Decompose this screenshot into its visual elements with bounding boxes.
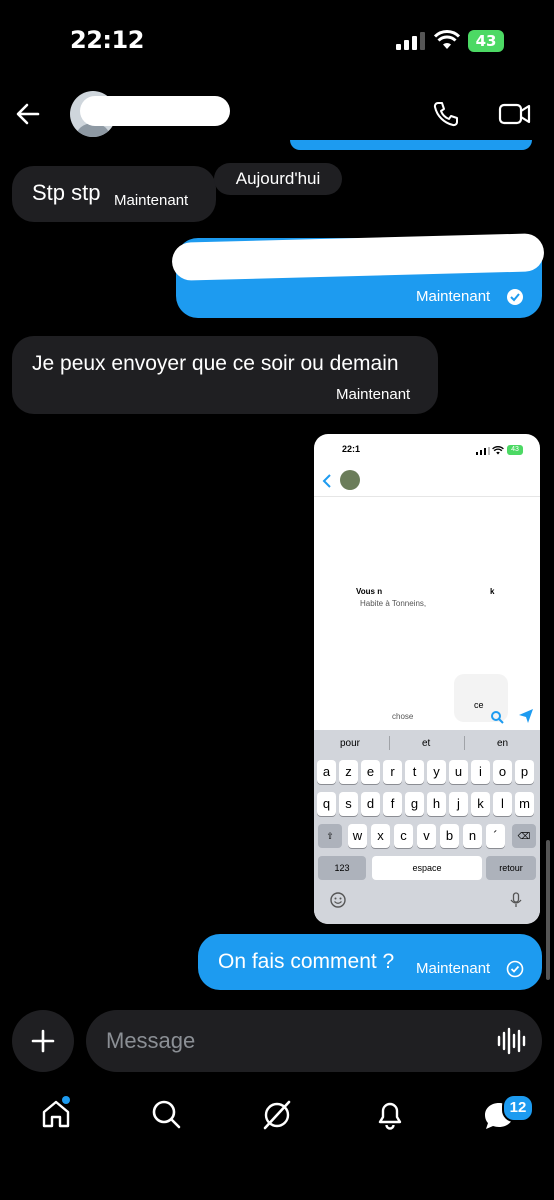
messages-unread-badge: 12 <box>502 1094 534 1122</box>
message-text: Je peux envoyer que ce soir ou demain <box>32 352 399 375</box>
back-arrow-icon[interactable] <box>14 100 42 128</box>
shot-key: p <box>515 760 534 784</box>
shot-key: t <box>405 760 424 784</box>
shot-message-text: ce <box>474 700 484 710</box>
message-input[interactable]: Message <box>86 1010 542 1072</box>
suggestion: pour <box>340 738 361 749</box>
shot-key: j <box>449 792 468 816</box>
incoming-message[interactable]: Je peux envoyer que ce soir ou demain Ma… <box>12 336 438 414</box>
phone-call-icon[interactable] <box>432 100 460 128</box>
shot-key: s <box>339 792 358 816</box>
shot-key: a <box>317 760 336 784</box>
shot-key: h <box>427 792 446 816</box>
message-time: Maintenant <box>416 960 491 977</box>
outgoing-message[interactable]: On fais comment ? Maintenant <box>198 934 542 990</box>
redacted-contact-name <box>80 96 230 126</box>
shot-key: w <box>348 824 367 848</box>
search-icon[interactable] <box>150 1098 182 1130</box>
notifications-bell-icon[interactable] <box>374 1098 406 1130</box>
read-check-icon <box>506 960 524 978</box>
shot-status-time: 22:1 <box>342 444 361 454</box>
scrollbar[interactable] <box>546 840 550 980</box>
shot-key: d <box>361 792 380 816</box>
shot-key: x <box>371 824 390 848</box>
shot-profile-line: Vous n <box>356 587 383 596</box>
shot-battery: 43 <box>507 445 523 455</box>
shot-keyboard: pour et en azertyuiop qsdfghjklm w x c v b n ´… <box>314 730 540 924</box>
read-check-icon <box>507 289 523 305</box>
shot-return-key: retour <box>486 856 536 880</box>
battery-indicator: 43 <box>468 30 504 52</box>
shot-signal-icon <box>476 447 490 455</box>
shot-key: c <box>394 824 413 848</box>
shot-key: e <box>361 760 380 784</box>
status-time: 22:12 <box>70 26 144 54</box>
suggestion-divider <box>389 736 390 750</box>
shot-key: k <box>471 792 490 816</box>
shot-mic-icon <box>510 892 522 907</box>
shot-key: f <box>383 792 402 816</box>
grok-icon[interactable] <box>260 1098 294 1132</box>
shot-numbers-key: 123 <box>318 856 366 880</box>
suggestion: et <box>422 738 431 749</box>
shot-divider <box>314 496 540 497</box>
voice-message-icon[interactable] <box>496 1027 526 1055</box>
video-call-icon[interactable] <box>498 100 532 128</box>
shot-avatar <box>340 470 360 490</box>
shot-key: z <box>339 760 358 784</box>
plus-icon <box>31 1029 55 1053</box>
add-attachment-button[interactable] <box>12 1010 74 1072</box>
suggestion: en <box>497 738 509 749</box>
shot-key: n <box>463 824 482 848</box>
shot-key: u <box>449 760 468 784</box>
shot-key: q <box>317 792 336 816</box>
message-time: Maintenant <box>114 192 189 209</box>
message-text: On fais comment ? <box>218 950 395 973</box>
message-text: Stp stp <box>32 180 101 205</box>
shot-profile-location: Habite à Tonneins, <box>360 599 427 608</box>
shot-shift-key: ⇧ <box>318 824 342 848</box>
previous-message-edge <box>290 140 532 150</box>
shot-delete-key: ⌫ <box>512 824 536 848</box>
shot-profile-line-end: k <box>490 587 495 596</box>
shot-key: o <box>493 760 512 784</box>
shot-wifi-icon <box>492 446 504 455</box>
shot-search-icon <box>491 711 504 724</box>
shot-key: l <box>493 792 512 816</box>
message-time: Maintenant <box>416 288 491 305</box>
shot-key: y <box>427 760 446 784</box>
home-notification-dot <box>62 1096 70 1104</box>
suggestion-divider <box>464 736 465 750</box>
shot-key: i <box>471 760 490 784</box>
shot-key: r <box>383 760 402 784</box>
shot-space-key: espace <box>372 856 482 880</box>
message-time: Maintenant <box>336 386 411 403</box>
shot-key: m <box>515 792 534 816</box>
shot-key: v <box>417 824 436 848</box>
shot-key: b <box>440 824 459 848</box>
wifi-icon <box>434 30 460 49</box>
date-separator: Aujourd'hui <box>214 163 342 195</box>
shot-key: g <box>405 792 424 816</box>
shot-input-text: chose <box>392 712 414 721</box>
shot-send-icon <box>519 709 533 723</box>
attached-screenshot[interactable]: 22:1 43 Vous n k Habite à Tonneins, ce c… <box>314 434 540 924</box>
incoming-message[interactable]: Stp stp Maintenant <box>12 166 216 222</box>
message-placeholder: Message <box>106 1028 196 1053</box>
shot-emoji-icon <box>330 892 346 908</box>
shot-key: ´ <box>486 824 505 848</box>
shot-back-icon <box>322 474 331 488</box>
signal-icon <box>396 32 425 50</box>
